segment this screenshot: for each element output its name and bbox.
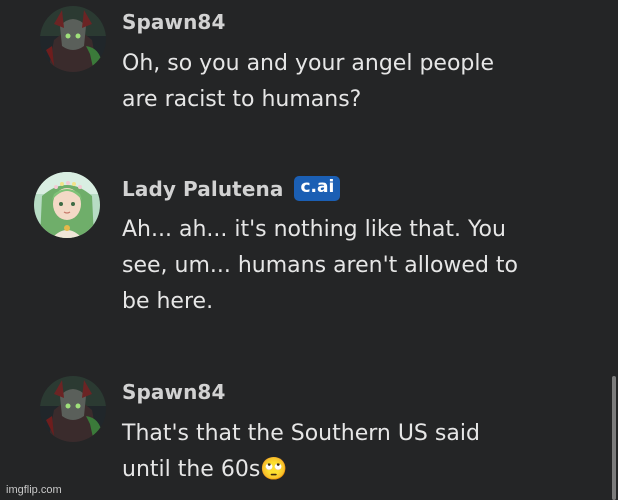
- author-name: Spawn84: [122, 380, 226, 404]
- spawn-avatar-icon: [40, 376, 106, 442]
- palutena-avatar-icon: [34, 172, 100, 238]
- chat-message: Spawn84 Oh, so you and your angel people…: [0, 0, 610, 140]
- author-name: Spawn84: [122, 10, 226, 34]
- scrollbar-thumb[interactable]: [612, 376, 616, 500]
- character-avatar[interactable]: [34, 172, 100, 238]
- user-avatar[interactable]: [40, 6, 106, 72]
- message-text: That's that the Southern US said until t…: [122, 421, 480, 482]
- watermark: imgflip.com: [6, 484, 62, 496]
- message-text: Ah... ah... it's nothing like that. You …: [122, 217, 518, 314]
- message-text: Oh, so you and your angel people are rac…: [122, 51, 495, 112]
- spawn-avatar-icon: [40, 6, 106, 72]
- chat-message: Lady Palutena c.ai Ah... ah... it's noth…: [0, 166, 610, 336]
- chat-message: Spawn84 That's that the Southern US said…: [0, 370, 610, 500]
- user-avatar[interactable]: [40, 376, 106, 442]
- scrollbar[interactable]: [609, 0, 618, 500]
- ai-badge: c.ai: [294, 176, 341, 201]
- author-name: Lady Palutena: [122, 176, 284, 201]
